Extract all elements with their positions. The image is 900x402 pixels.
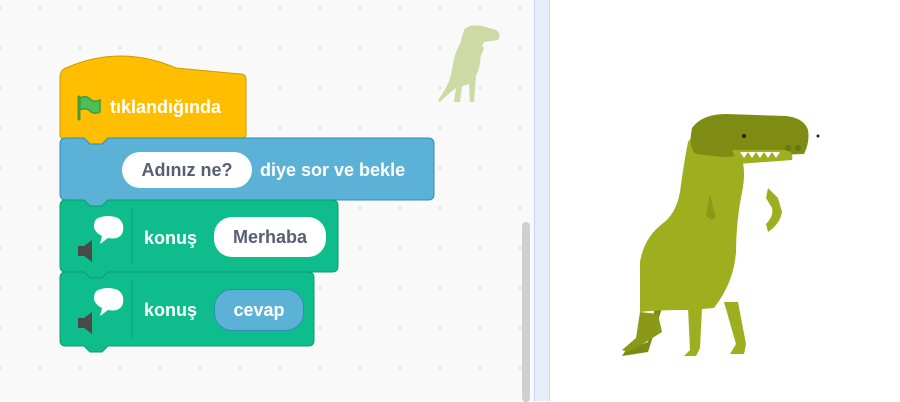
say-label-1: konuş [144,228,198,248]
say-label-2: konuş [144,300,198,320]
when-flag-clicked-block[interactable]: tıklandığında [59,50,250,150]
stage-divider [539,0,550,401]
workspace-scrollbar[interactable] [522,222,530,402]
say-block-1[interactable]: konuş Merhaba [59,199,342,279]
when-flag-label: tıklandığında [110,97,222,117]
sprite-ghost-dinosaur-icon [438,25,500,102]
ask-label: diye sor ve bekle [260,160,406,180]
dinosaur-sprite[interactable] [618,112,838,362]
stage[interactable] [550,0,900,401]
say-message-input[interactable]: Merhaba [214,217,326,257]
answer-reporter[interactable]: cevap [214,289,304,331]
green-flag-icon [77,95,101,121]
ask-and-wait-block[interactable]: Adınız ne? diye sor ve bekle [59,137,438,207]
speech-bubble-speaker-icon [78,216,124,262]
ask-question-input[interactable]: Adınız ne? [122,152,252,188]
code-workspace[interactable]: tıklandığında Adınız ne? diye sor ve bek… [0,0,534,402]
say-block-2[interactable]: konuş cevap [59,271,320,356]
speech-bubble-speaker-icon [78,288,124,334]
